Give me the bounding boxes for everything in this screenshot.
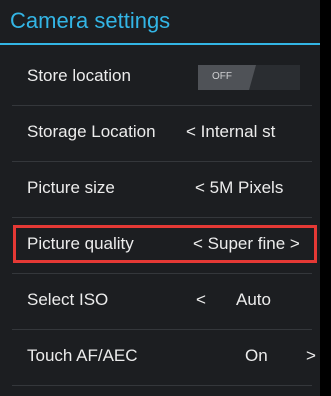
row-divider (12, 385, 312, 386)
setting-label: Select ISO (27, 290, 109, 309)
settings-header: Camera settings (0, 0, 320, 43)
setting-value: On (245, 346, 268, 365)
store-location-toggle[interactable]: OFF (198, 65, 300, 90)
page-title: Camera settings (10, 8, 171, 33)
header-divider (0, 43, 320, 45)
next-option-chevron[interactable]: > (306, 346, 316, 366)
previous-option-chevron[interactable]: < (196, 290, 206, 310)
setting-row-select-iso[interactable]: Select ISO < Auto (0, 274, 320, 330)
setting-row-storage-location[interactable]: Storage Location < Internal st (0, 106, 320, 162)
right-edge (320, 0, 331, 396)
setting-row-picture-size[interactable]: Picture size < 5M Pixels (0, 162, 320, 218)
setting-label: Touch AF/AEC (27, 346, 138, 365)
setting-label: Store location (27, 66, 131, 85)
camera-settings-panel: Camera settings Store location Storage L… (0, 0, 320, 396)
setting-value: < 5M Pixels (195, 178, 284, 197)
setting-label: Storage Location (27, 122, 156, 141)
setting-label: Picture size (27, 178, 115, 197)
picture-quality-highlight (13, 225, 317, 263)
setting-value: Auto (236, 290, 271, 309)
setting-row-touch-af-aec[interactable]: Touch AF/AEC On > (0, 330, 320, 386)
toggle-state-label: OFF (212, 71, 232, 82)
setting-value: < Internal st (186, 122, 276, 141)
